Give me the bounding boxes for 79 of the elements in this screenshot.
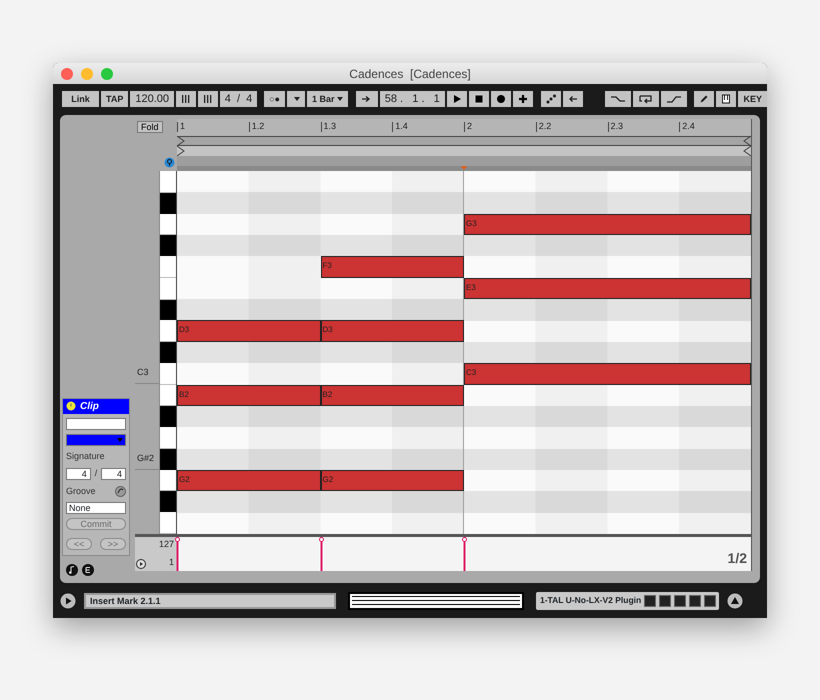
groove-field[interactable]: None — [66, 502, 126, 514]
metronome-button[interactable]: ○● — [264, 91, 285, 107]
device-selector[interactable]: 1-TAL U-No-LX-V2 Plugin — [536, 592, 720, 610]
caret-icon — [337, 97, 344, 101]
groove-icon[interactable] — [115, 486, 126, 497]
note-icon[interactable] — [66, 564, 78, 576]
caret-icon — [117, 438, 123, 442]
tap-button[interactable]: TAP — [101, 91, 128, 107]
nudge-down-icon[interactable] — [181, 94, 191, 104]
sharp-piano-key[interactable] — [160, 406, 176, 428]
sharp-piano-key[interactable] — [160, 300, 176, 320]
overview-map[interactable] — [348, 592, 524, 610]
tempo-field[interactable]: 120.00 — [130, 91, 174, 107]
ruler-label: 2.4 — [679, 122, 695, 132]
track-slot[interactable] — [659, 594, 672, 606]
separator-text: / — [94, 467, 98, 480]
page-indicator: 1/2 — [728, 549, 747, 568]
piano-key[interactable] — [160, 214, 176, 236]
loop-end-icon — [743, 136, 751, 156]
ramp-icon[interactable] — [666, 94, 682, 104]
loop-icon[interactable] — [638, 94, 654, 104]
ruler-label: 1.2 — [248, 122, 264, 132]
pitch-label: C3 — [137, 366, 149, 379]
track-slot[interactable] — [689, 594, 702, 606]
ruler-label: 2.3 — [608, 122, 624, 132]
play-circle-icon[interactable] — [60, 592, 76, 608]
groove-label: Groove — [66, 484, 96, 498]
track-slot[interactable] — [644, 594, 656, 606]
sharp-piano-key[interactable] — [160, 192, 176, 214]
timeline-ruler[interactable]: 1 1.2 1.3 1.4 2 2.2 2.3 2.4 — [177, 119, 752, 171]
power-icon[interactable] — [66, 401, 76, 411]
back-arrow-icon[interactable] — [568, 94, 578, 104]
sharp-piano-key[interactable] — [160, 491, 176, 512]
piano-key[interactable] — [160, 470, 176, 492]
track-slot[interactable] — [674, 594, 686, 606]
sharp-piano-key[interactable] — [160, 235, 176, 256]
position-field[interactable]: 58 . 1 . 1 — [380, 91, 445, 107]
sharp-piano-key[interactable] — [160, 448, 176, 470]
ruler-label: 2 — [464, 122, 472, 132]
clip-name-field[interactable] — [66, 418, 126, 430]
ruler-label: 1.4 — [392, 122, 408, 132]
triangle-up-icon[interactable] — [727, 592, 744, 608]
status-message: Insert Mark 2.1.1 — [84, 592, 336, 608]
record-icon[interactable] — [496, 94, 506, 104]
curve-icon[interactable] — [610, 94, 626, 104]
plus-icon[interactable] — [518, 94, 528, 104]
nodes-icon[interactable] — [546, 94, 556, 104]
ruler-label: 1.3 — [320, 122, 336, 132]
velocity-max-label: 127 — [158, 538, 174, 551]
velocity-stem[interactable] — [462, 537, 467, 571]
play-icon[interactable] — [136, 559, 146, 569]
velocity-stem[interactable] — [175, 537, 180, 571]
piano-key[interactable] — [160, 384, 176, 406]
window-title: Cadences [Cadences] — [348, 66, 472, 82]
velocity-stem[interactable] — [318, 537, 324, 571]
velocity-min-label: 1 — [168, 556, 174, 568]
time-signature-field[interactable]: 4 / 4 — [220, 91, 257, 107]
envelope-icon[interactable] — [82, 564, 94, 576]
numerator-field[interactable]: 4 — [66, 468, 91, 480]
color-dropdown[interactable] — [66, 434, 126, 446]
piano-icon[interactable] — [721, 94, 732, 104]
track-slot[interactable] — [704, 594, 716, 606]
quantize-dropdown[interactable]: 1 Bar — [307, 91, 348, 107]
pencil-icon[interactable] — [699, 94, 710, 104]
nudge-up-icon[interactable] — [203, 94, 213, 104]
device-name: 1-TAL U-No-LX-V2 Plugin — [540, 594, 642, 607]
signature-label: Signature — [66, 450, 106, 463]
denominator-field[interactable]: 4 — [101, 468, 126, 480]
clip-title: Clip — [80, 400, 99, 414]
fold-button[interactable]: Fold — [137, 121, 163, 133]
pitch-label: G#2 — [137, 452, 154, 465]
ruler-label: 1 — [177, 122, 186, 132]
ruler-label: 2.2 — [536, 122, 552, 132]
link-button[interactable]: Link — [62, 91, 99, 107]
stop-icon[interactable] — [474, 94, 484, 104]
key-button[interactable]: KEY — [738, 91, 767, 107]
preview-icon[interactable] — [164, 157, 175, 168]
play-icon[interactable] — [452, 94, 462, 104]
loop-start-icon — [177, 136, 185, 156]
